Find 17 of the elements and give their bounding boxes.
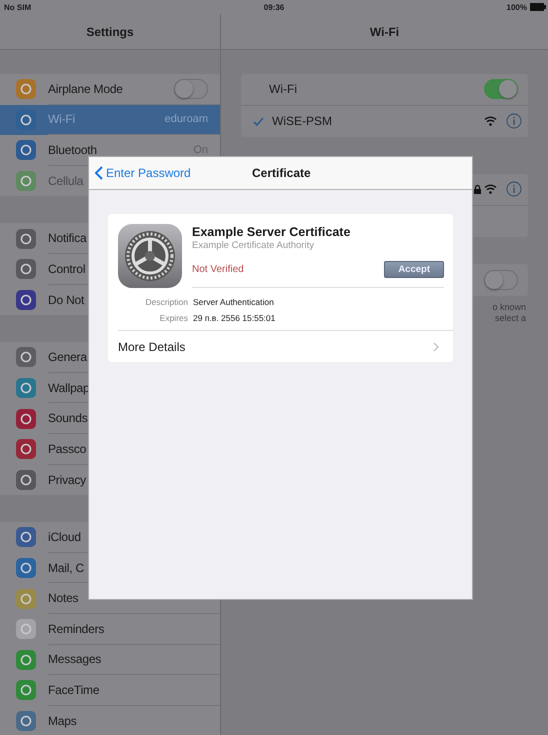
detail-value: 29 п.в. 2556 15:55:01 xyxy=(193,313,276,323)
detail-label: Description xyxy=(144,297,188,307)
clock-label: 09:36 xyxy=(262,2,286,12)
sidebar-title: Settings xyxy=(86,24,134,38)
certificate-issuer: Example Certificate Authority xyxy=(192,240,315,251)
wifi-title: Wi-Fi xyxy=(370,24,400,38)
row-label: Wi-Fi xyxy=(269,82,297,96)
item-value: eduroam xyxy=(164,113,208,126)
detail-value: Server Authentication xyxy=(193,297,274,307)
dialog-title: Certificate xyxy=(252,166,311,180)
footer-text: o known xyxy=(492,302,526,312)
battery-percent: 100% xyxy=(506,2,527,12)
footer-text: select a xyxy=(494,312,526,324)
verification-status: Not Verified xyxy=(192,264,244,275)
certificate-name: Example Server Certificate xyxy=(192,225,352,239)
detail-label: Expires xyxy=(158,313,188,323)
carrier-label: No SIM xyxy=(4,2,32,12)
